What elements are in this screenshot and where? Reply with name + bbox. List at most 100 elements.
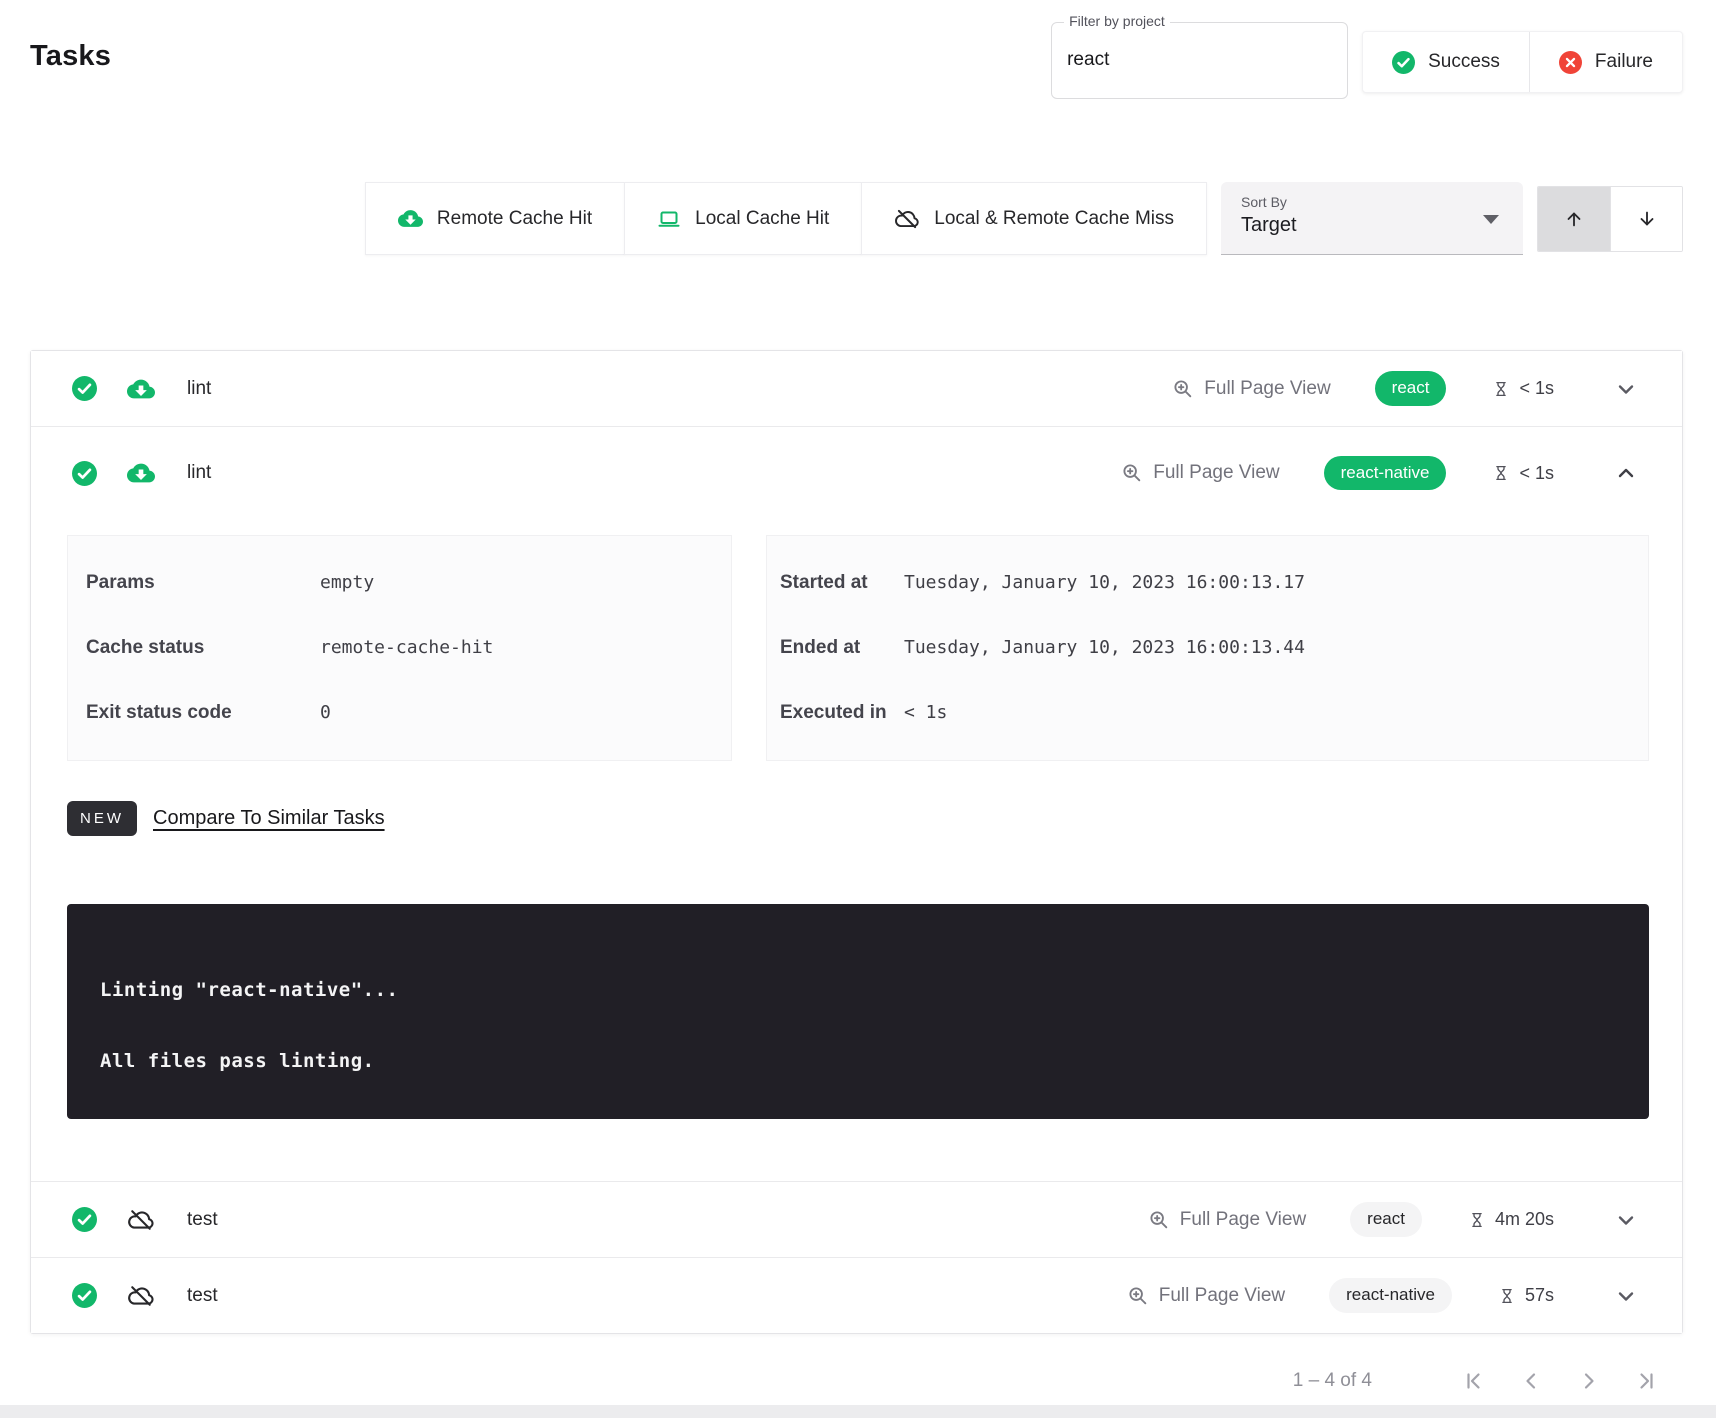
- full-page-view-label: Full Page View: [1153, 462, 1279, 484]
- zoom-in-icon: [1172, 378, 1194, 400]
- terminal-output: Linting "react-native"... All files pass…: [67, 904, 1649, 1119]
- arrow-up-icon: [1563, 208, 1585, 230]
- project-filter-label: Filter by project: [1064, 13, 1170, 29]
- chevron-down-icon: [1614, 377, 1638, 401]
- task-details: Params empty Cache status remote-cache-h…: [31, 535, 1682, 1181]
- full-page-view-link[interactable]: Full Page View: [1172, 378, 1330, 400]
- cache-miss-label: Local & Remote Cache Miss: [934, 208, 1174, 230]
- check-circle-icon: [72, 461, 97, 486]
- hourglass-icon: [1498, 1286, 1516, 1306]
- hourglass-icon: [1468, 1210, 1486, 1230]
- x-circle-icon: [1559, 51, 1582, 74]
- task-duration: 57s: [1525, 1285, 1554, 1306]
- task-row: test Full Page View react-native 57s: [31, 1257, 1682, 1333]
- exit-code-value: 0: [320, 702, 331, 723]
- expand-row-button[interactable]: [1610, 373, 1642, 405]
- project-filter-value: react: [1052, 23, 1347, 71]
- params-panel: Params empty Cache status remote-cache-h…: [67, 535, 732, 761]
- expand-row-button[interactable]: [1610, 1204, 1642, 1236]
- task-name: lint: [187, 378, 211, 400]
- next-page-icon: [1577, 1369, 1601, 1393]
- expand-row-button[interactable]: [1610, 1280, 1642, 1312]
- task-row-header-lint-react-native[interactable]: lint Full Page View react-native < 1s: [31, 427, 1682, 519]
- full-page-view-link[interactable]: Full Page View: [1148, 1209, 1306, 1231]
- sort-by-select[interactable]: Sort By Target: [1221, 182, 1523, 255]
- ended-at-value: Tuesday, January 10, 2023 16:00:13.44: [904, 637, 1305, 658]
- executed-in-value: < 1s: [904, 702, 947, 723]
- cloud-off-icon: [127, 1282, 155, 1310]
- topbar-filters: Filter by project react Success Failure: [1051, 22, 1683, 99]
- cache-status-label: Cache status: [86, 637, 320, 659]
- project-filter-input[interactable]: Filter by project react: [1051, 22, 1348, 99]
- zoom-in-icon: [1127, 1285, 1149, 1307]
- full-page-view-link[interactable]: Full Page View: [1127, 1285, 1285, 1307]
- pagination: 1 – 4 of 4: [0, 1360, 1676, 1402]
- prev-page-icon: [1519, 1369, 1543, 1393]
- success-filter-label: Success: [1428, 51, 1500, 73]
- task-row-header-lint-react[interactable]: lint Full Page View react < 1s: [31, 351, 1682, 426]
- failure-filter-label: Failure: [1595, 51, 1653, 73]
- chevron-down-icon: [1614, 1208, 1638, 1232]
- executed-in-label: Executed in: [780, 702, 904, 724]
- project-chip: react-native: [1324, 456, 1447, 491]
- started-at-value: Tuesday, January 10, 2023 16:00:13.17: [904, 572, 1305, 593]
- full-page-view-label: Full Page View: [1159, 1285, 1285, 1307]
- hourglass-icon: [1492, 379, 1510, 399]
- next-page-button[interactable]: [1560, 1360, 1618, 1402]
- previous-page-button[interactable]: [1502, 1360, 1560, 1402]
- check-circle-icon: [72, 376, 97, 401]
- compare-row: NEW Compare To Similar Tasks: [67, 801, 1649, 836]
- sort-by-label: Sort By: [1241, 194, 1503, 210]
- zoom-in-icon: [1148, 1209, 1170, 1231]
- arrow-down-icon: [1636, 208, 1658, 230]
- full-page-view-label: Full Page View: [1204, 378, 1330, 400]
- failure-filter-button[interactable]: Failure: [1529, 32, 1682, 92]
- cloud-off-icon: [894, 206, 920, 232]
- zoom-in-icon: [1121, 462, 1143, 484]
- task-row-header-test-react[interactable]: test Full Page View react 4m 20s: [31, 1182, 1682, 1257]
- remote-cache-hit-label: Remote Cache Hit: [437, 208, 592, 230]
- status-filter-group: Success Failure: [1362, 31, 1683, 93]
- project-chip: react: [1375, 371, 1447, 406]
- task-row: test Full Page View react 4m 20s: [31, 1181, 1682, 1257]
- hourglass-icon: [1492, 463, 1510, 483]
- last-page-button[interactable]: [1618, 1360, 1676, 1402]
- page-title: Tasks: [30, 40, 111, 73]
- task-name: test: [187, 1209, 218, 1231]
- terminal-line: Linting "react-native"...: [100, 979, 1619, 1001]
- last-page-icon: [1635, 1369, 1659, 1393]
- compare-to-similar-tasks-link[interactable]: Compare To Similar Tasks: [153, 807, 385, 830]
- cache-status-value: remote-cache-hit: [320, 637, 493, 658]
- project-chip: react: [1350, 1202, 1422, 1237]
- task-duration: < 1s: [1519, 378, 1554, 399]
- cloud-download-icon: [127, 375, 155, 403]
- laptop-icon: [657, 207, 681, 231]
- chevron-down-icon: [1614, 1284, 1638, 1308]
- caret-down-icon: [1483, 215, 1499, 224]
- cache-miss-filter-button[interactable]: Local & Remote Cache Miss: [861, 182, 1207, 255]
- sort-descending-button[interactable]: [1610, 187, 1682, 251]
- check-circle-icon: [72, 1207, 97, 1232]
- sort-ascending-button[interactable]: [1538, 187, 1610, 251]
- first-page-button[interactable]: [1444, 1360, 1502, 1402]
- horizontal-scrollbar[interactable]: [0, 1405, 1716, 1418]
- project-chip: react-native: [1329, 1278, 1452, 1313]
- chevron-up-icon: [1614, 461, 1638, 485]
- local-cache-hit-filter-button[interactable]: Local Cache Hit: [624, 182, 862, 255]
- collapse-row-button[interactable]: [1610, 457, 1642, 489]
- cloud-download-icon: [127, 459, 155, 487]
- check-circle-icon: [1392, 51, 1415, 74]
- sort-direction-group: [1537, 186, 1683, 252]
- success-filter-button[interactable]: Success: [1363, 32, 1529, 92]
- remote-cache-hit-filter-button[interactable]: Remote Cache Hit: [365, 182, 625, 255]
- ended-at-label: Ended at: [780, 637, 904, 659]
- topbar: Tasks Filter by project react Success Fa…: [0, 0, 1716, 99]
- cloud-off-icon: [127, 1206, 155, 1234]
- task-row-header-test-react-native[interactable]: test Full Page View react-native 57s: [31, 1258, 1682, 1333]
- new-badge: NEW: [67, 801, 137, 836]
- check-circle-icon: [72, 1283, 97, 1308]
- sort-by-value: Target: [1241, 214, 1503, 237]
- full-page-view-link[interactable]: Full Page View: [1121, 462, 1279, 484]
- task-name: test: [187, 1285, 218, 1307]
- task-row: lint Full Page View react < 1s: [31, 351, 1682, 426]
